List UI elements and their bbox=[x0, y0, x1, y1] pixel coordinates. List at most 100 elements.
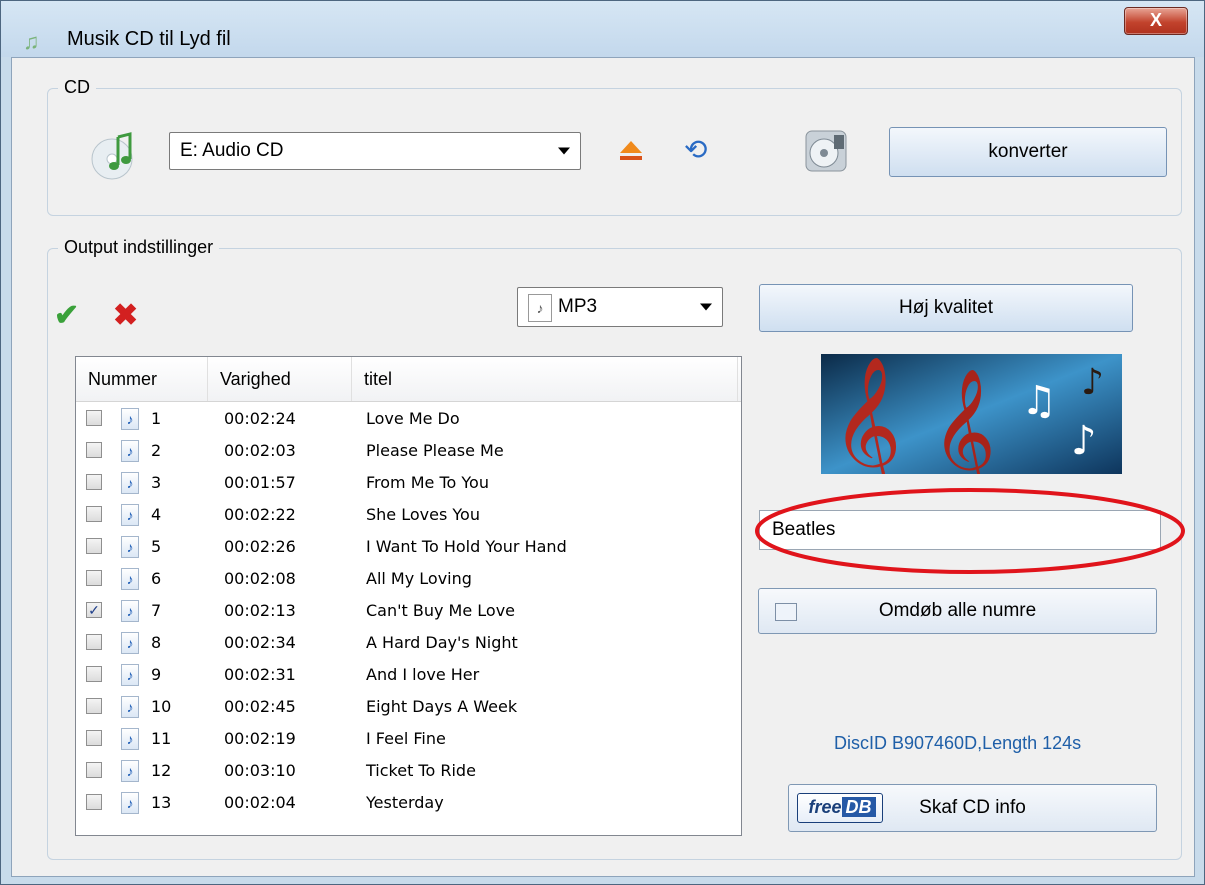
track-number: 5 bbox=[151, 537, 162, 556]
track-checkbox[interactable] bbox=[86, 506, 102, 522]
svg-text:♪: ♪ bbox=[1081, 362, 1104, 403]
highlight-ellipse bbox=[755, 488, 1185, 574]
track-duration: 00:02:31 bbox=[224, 665, 296, 684]
track-title: All My Loving bbox=[366, 569, 472, 588]
audio-track-icon: ♪ bbox=[121, 568, 139, 590]
drive-select[interactable]: E: Audio CD bbox=[169, 132, 581, 170]
drive-select-value: E: Audio CD bbox=[180, 140, 284, 161]
track-checkbox[interactable] bbox=[86, 538, 102, 554]
audio-track-icon: ♪ bbox=[121, 504, 139, 526]
column-header-title[interactable]: titel bbox=[352, 357, 738, 401]
track-title: Eight Days A Week bbox=[366, 697, 518, 716]
chevron-down-icon bbox=[558, 147, 570, 155]
get-cd-info-button[interactable]: free DB Skaf CD info bbox=[788, 784, 1157, 832]
track-number: 1 bbox=[151, 409, 162, 428]
album-art-image: 𝄞 𝄞 ♫ ♪ ♪ bbox=[821, 354, 1122, 474]
track-row[interactable]: ♪ 13 00:02:04 Yesterday bbox=[76, 787, 741, 819]
track-title: From Me To You bbox=[366, 473, 489, 492]
track-title: Please Please Me bbox=[366, 441, 504, 460]
track-list[interactable]: Nummer Varighed titel ♪ 1 00:02:24 Love Me … bbox=[75, 356, 742, 836]
track-number: 4 bbox=[151, 505, 162, 524]
cd-group: CD E: Audio CD ⟲ konverter bbox=[47, 77, 1182, 216]
track-duration: 00:01:57 bbox=[224, 473, 296, 492]
track-number: 9 bbox=[151, 665, 162, 684]
convert-button[interactable]: konverter bbox=[889, 127, 1167, 177]
title-bar[interactable]: ♫ Musik CD til Lyd fil X bbox=[1, 1, 1204, 57]
music-notes-icon: ♫ bbox=[23, 29, 40, 54]
track-duration: 00:02:19 bbox=[224, 729, 296, 748]
svg-text:𝄞: 𝄞 bbox=[831, 356, 902, 474]
audio-track-icon: ♪ bbox=[121, 792, 139, 814]
track-row[interactable]: ♪ 2 00:02:03 Please Please Me bbox=[76, 435, 741, 467]
quality-button-label: Høj kvalitet bbox=[899, 297, 993, 318]
track-number: 7 bbox=[151, 601, 162, 620]
track-number: 2 bbox=[151, 441, 162, 460]
track-row[interactable]: ♪ 11 00:02:19 I Feel Fine bbox=[76, 723, 741, 755]
track-row[interactable]: ♪ 9 00:02:31 And I love Her bbox=[76, 659, 741, 691]
output-group-legend: Output indstillinger bbox=[58, 237, 220, 258]
audio-file-icon: ♪ bbox=[528, 294, 552, 322]
rename-all-label: Omdøb alle numre bbox=[878, 600, 1037, 621]
track-title: She Loves You bbox=[366, 505, 480, 524]
track-row[interactable]: ♪ 3 00:01:57 From Me To You bbox=[76, 467, 741, 499]
get-cd-info-label: Skaf CD info bbox=[919, 797, 1026, 818]
track-number: 3 bbox=[151, 473, 162, 492]
cd-group-legend: CD bbox=[58, 77, 96, 98]
track-row[interactable]: ✓ ♪ 7 00:02:13 Can't Buy Me Love bbox=[76, 595, 741, 627]
column-header-number[interactable]: Nummer bbox=[76, 357, 208, 401]
audio-track-icon: ♪ bbox=[121, 632, 139, 654]
close-button[interactable]: X bbox=[1124, 7, 1188, 35]
track-row[interactable]: ♪ 1 00:02:24 Love Me Do bbox=[76, 403, 741, 435]
track-checkbox[interactable]: ✓ bbox=[86, 602, 102, 618]
track-checkbox[interactable] bbox=[86, 794, 102, 810]
track-row[interactable]: ♪ 8 00:02:34 A Hard Day's Night bbox=[76, 627, 741, 659]
svg-text:♪: ♪ bbox=[1071, 418, 1097, 464]
rename-all-button[interactable]: Omdøb alle numre bbox=[758, 588, 1157, 634]
track-checkbox[interactable] bbox=[86, 730, 102, 746]
track-checkbox[interactable] bbox=[86, 698, 102, 714]
track-checkbox[interactable] bbox=[86, 570, 102, 586]
track-number: 13 bbox=[151, 793, 172, 812]
track-checkbox[interactable] bbox=[86, 666, 102, 682]
uncheck-all-icon[interactable]: ✖ bbox=[113, 298, 138, 333]
track-number: 11 bbox=[151, 729, 172, 748]
format-select[interactable]: ♪ MP3 bbox=[517, 287, 723, 327]
track-row[interactable]: ♪ 5 00:02:26 I Want To Hold Your Hand bbox=[76, 531, 741, 563]
track-title: Ticket To Ride bbox=[366, 761, 476, 780]
track-duration: 00:02:04 bbox=[224, 793, 296, 812]
track-row[interactable]: ♪ 12 00:03:10 Ticket To Ride bbox=[76, 755, 741, 787]
chevron-down-icon bbox=[700, 303, 712, 311]
refresh-icon[interactable]: ⟲ bbox=[684, 133, 707, 166]
track-title: A Hard Day's Night bbox=[366, 633, 518, 652]
track-row[interactable]: ♪ 4 00:02:22 She Loves You bbox=[76, 499, 741, 531]
track-checkbox[interactable] bbox=[86, 634, 102, 650]
quality-button[interactable]: Høj kvalitet bbox=[759, 284, 1133, 332]
track-duration: 00:02:26 bbox=[224, 537, 296, 556]
track-row[interactable]: ♪ 10 00:02:45 Eight Days A Week bbox=[76, 691, 741, 723]
app-window: ♫ Musik CD til Lyd fil X CD E: Audio CD bbox=[0, 0, 1205, 885]
track-title: And I love Her bbox=[366, 665, 480, 684]
check-all-icon[interactable]: ✔ bbox=[54, 298, 79, 333]
track-checkbox[interactable] bbox=[86, 442, 102, 458]
window-title: Musik CD til Lyd fil bbox=[67, 28, 231, 50]
audio-track-icon: ♪ bbox=[121, 760, 139, 782]
audio-track-icon: ♪ bbox=[121, 728, 139, 750]
track-checkbox[interactable] bbox=[86, 762, 102, 778]
column-header-duration[interactable]: Varighed bbox=[208, 357, 352, 401]
track-number: 12 bbox=[151, 761, 172, 780]
track-title: Love Me Do bbox=[366, 409, 460, 428]
client-area: CD E: Audio CD ⟲ konverter Output indsti… bbox=[11, 57, 1195, 877]
track-number: 8 bbox=[151, 633, 162, 652]
eject-icon[interactable] bbox=[618, 137, 644, 163]
track-row[interactable]: ♪ 6 00:02:08 All My Loving bbox=[76, 563, 741, 595]
convert-cd-icon bbox=[805, 130, 847, 172]
track-title: Yesterday bbox=[366, 793, 444, 812]
audio-track-icon: ♪ bbox=[121, 472, 139, 494]
track-checkbox[interactable] bbox=[86, 474, 102, 490]
track-list-header: Nummer Varighed titel bbox=[76, 357, 741, 402]
convert-button-label: konverter bbox=[988, 141, 1068, 162]
track-checkbox[interactable] bbox=[86, 410, 102, 426]
track-title: Can't Buy Me Love bbox=[366, 601, 516, 620]
track-title: I Want To Hold Your Hand bbox=[366, 537, 567, 556]
audio-track-icon: ♪ bbox=[121, 696, 139, 718]
